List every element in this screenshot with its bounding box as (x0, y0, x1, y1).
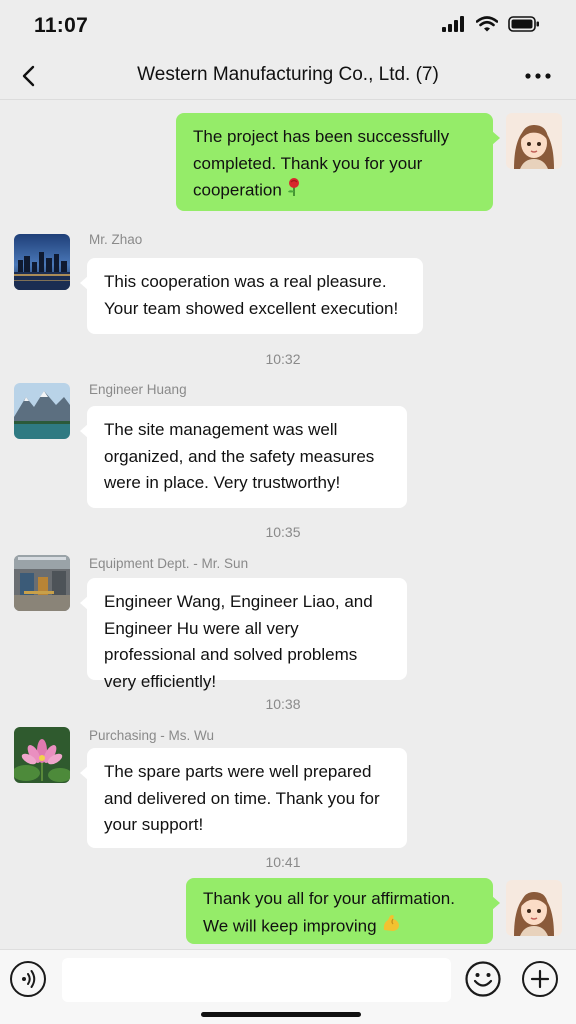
timestamp: 10:35 (265, 524, 301, 540)
avatar-ms-wu[interactable] (14, 727, 70, 783)
message-bubble-sent[interactable]: Thank you all for your affirmation. We w… (186, 878, 500, 944)
nav-bar: Western Manufacturing Co., Ltd. (7) (0, 52, 576, 100)
sender-name: Mr. Zhao (89, 232, 143, 247)
voice-button[interactable] (10, 961, 46, 997)
timestamp: 10:41 (265, 854, 301, 870)
rose-icon (286, 177, 302, 206)
message-bubble-received[interactable]: The spare parts were well prepared and d… (80, 748, 407, 848)
message-input[interactable] (62, 958, 451, 1002)
message-bubble-received[interactable]: The site management was well organized, … (80, 406, 407, 508)
plus-icon (530, 969, 550, 989)
battery-icon (508, 16, 540, 37)
chat-title: Western Manufacturing Co., Ltd. (7) (137, 64, 439, 85)
timestamp: 10:32 (265, 351, 301, 367)
voice-icon (22, 970, 36, 988)
back-button[interactable] (16, 62, 40, 90)
timestamp: 10:38 (265, 696, 301, 712)
avatar-self[interactable] (506, 113, 562, 169)
smiley-icon (465, 961, 501, 997)
message-text: The project has been successfully comple… (193, 127, 450, 200)
status-time: 11:07 (34, 14, 89, 37)
message-text: The site management was well organized, … (104, 420, 375, 492)
avatar-mr-sun[interactable] (14, 555, 70, 611)
avatar-mr-zhao[interactable] (14, 234, 70, 290)
message-bubble-sent[interactable]: The project has been successfully comple… (176, 113, 500, 211)
status-bar: 11:07 (0, 0, 576, 52)
message-text: The spare parts were well prepared and d… (104, 762, 380, 834)
more-actions-button[interactable] (522, 961, 558, 997)
message-text: Thank you all for your affirmation. We w… (203, 889, 455, 936)
home-indicator (201, 1012, 361, 1017)
message-text: This cooperation was a real pleasure. Yo… (104, 272, 399, 318)
chevron-left-icon (22, 65, 35, 87)
message-text: Engineer Wang, Engineer Liao, and Engine… (104, 592, 373, 691)
message-bubble-received[interactable]: Engineer Wang, Engineer Liao, and Engine… (80, 578, 407, 691)
more-button[interactable] (524, 64, 552, 88)
flexed-biceps-icon (381, 913, 401, 942)
status-icons (442, 16, 540, 37)
chat-area[interactable]: The project has been successfully comple… (0, 101, 576, 949)
sender-name: Equipment Dept. - Mr. Sun (89, 556, 249, 571)
more-icon (525, 73, 551, 79)
signal-icon (442, 16, 466, 37)
sender-name: Engineer Huang (89, 382, 187, 397)
message-bubble-received[interactable]: This cooperation was a real pleasure. Yo… (80, 258, 423, 334)
emoji-button[interactable] (465, 961, 501, 997)
wifi-icon (475, 16, 499, 37)
sender-name: Purchasing - Ms. Wu (89, 728, 215, 743)
avatar-engineer-huang[interactable] (14, 383, 70, 439)
avatar-self[interactable] (506, 880, 562, 936)
